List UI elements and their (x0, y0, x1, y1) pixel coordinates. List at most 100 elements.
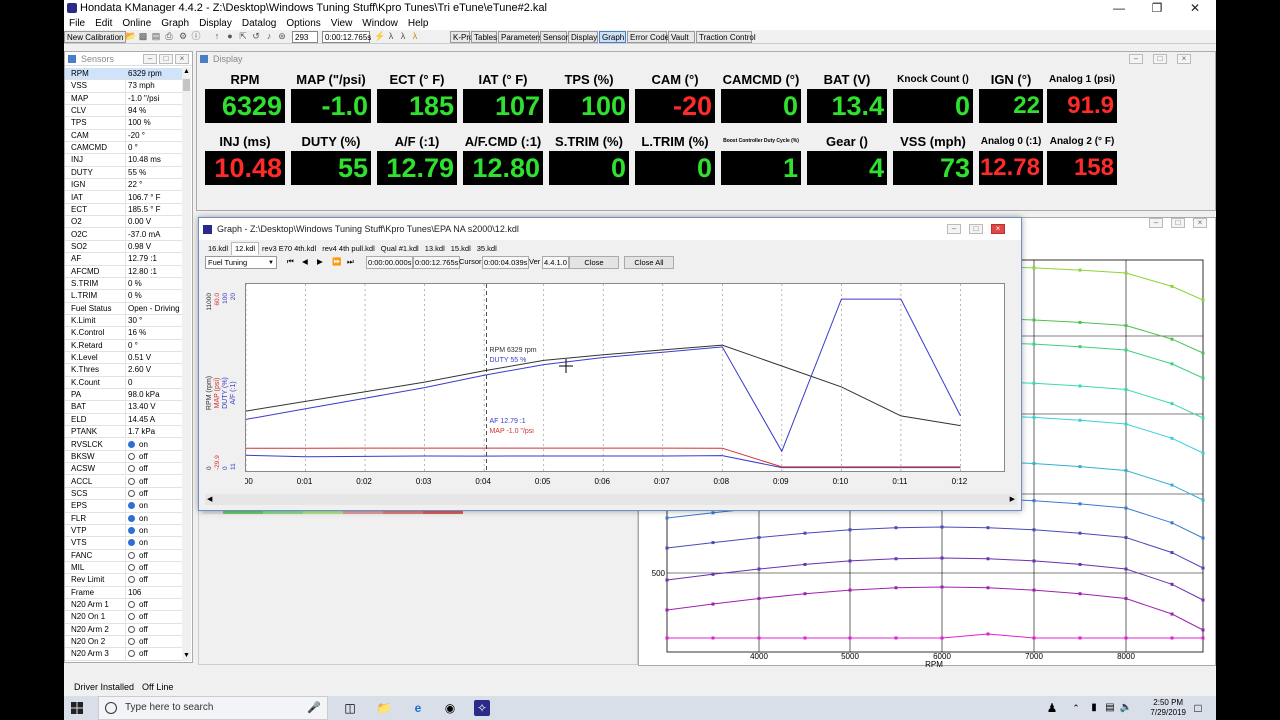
minimize-icon[interactable]: — (1100, 0, 1138, 17)
info-icon[interactable]: ⓘ (191, 31, 201, 42)
lightning-icon[interactable]: ⚡ (374, 31, 385, 42)
cursor-time-field[interactable]: 0:00:04.039s (482, 256, 530, 269)
gauge-a-f-cmd-1: A/F.CMD (:1) 12.80 (463, 134, 543, 185)
sensors-restore-icon[interactable]: □ (159, 54, 173, 64)
tray-chevron-icon[interactable]: ⌃ (1068, 700, 1084, 716)
close-button[interactable]: Close (569, 256, 619, 269)
time-field[interactable]: 0:00:12.765s (322, 31, 371, 43)
menu-graph[interactable]: Graph (156, 17, 194, 30)
edge-icon[interactable]: e (410, 700, 426, 716)
open-icon[interactable]: 📂 (125, 31, 136, 42)
next-frame-icon[interactable]: ⏩ (332, 256, 341, 269)
fuel-point (1170, 337, 1174, 341)
sensor-value: off (125, 599, 183, 612)
scroll-thumb[interactable] (183, 79, 190, 91)
graph-tab-7[interactable]: 35.kdl (474, 243, 500, 255)
media-player-icon[interactable]: ◉ (442, 700, 458, 716)
menu-help[interactable]: Help (403, 17, 434, 30)
download-icon[interactable]: ● (225, 31, 235, 42)
lambda-bold-icon[interactable]: λ (398, 31, 408, 42)
prev-frame-icon[interactable]: ◀ (302, 256, 308, 269)
last-frame-icon[interactable]: ⏭ (347, 256, 354, 269)
scroll-right-icon[interactable]: ▶ (1010, 494, 1015, 505)
sensor-value: 0 (125, 376, 183, 389)
datalog-line-chart[interactable]: RPM 6329 rpm DUTY 55 % AF 12.79 :1 MAP -1.0… (246, 284, 1006, 473)
kmanager-taskbar-icon[interactable]: ✧ (474, 700, 490, 716)
upload-icon[interactable]: ↑ (212, 31, 222, 42)
system-clock[interactable]: 2:50 PM 7/29/2019 (1150, 698, 1186, 718)
menu-edit[interactable]: Edit (90, 17, 117, 30)
task-view-icon[interactable]: ◫ (342, 700, 358, 716)
people-icon[interactable]: ♟ (1044, 700, 1060, 716)
sensors-scrollbar[interactable]: ▲ ▼ (182, 67, 191, 661)
network-icon[interactable]: ▤ (1102, 700, 1118, 716)
record-icon[interactable]: ♪ (264, 31, 274, 42)
graph-tab-3[interactable]: rev4 4th pull.kdl (319, 243, 378, 255)
toolbar-error-codes-button[interactable]: Error Codes (627, 31, 673, 43)
close-all-button[interactable]: Close All (624, 256, 674, 269)
lambda-icon[interactable]: λ (386, 31, 396, 42)
sync-icon[interactable]: ↺ (251, 31, 261, 42)
volume-icon[interactable]: 🔈 (1118, 700, 1134, 716)
compare-icon[interactable]: ⚙ (178, 31, 188, 42)
menu-view[interactable]: View (326, 17, 358, 30)
graph-minimize-icon[interactable]: – (947, 224, 961, 234)
notifications-icon[interactable]: □ (1190, 700, 1206, 716)
close-icon[interactable]: ✕ (1176, 0, 1214, 17)
save-icon[interactable]: ▩ (138, 31, 148, 42)
sensor-value: 73 mph (125, 80, 183, 93)
gauge-value: 6329 (205, 89, 285, 123)
scroll-left-icon[interactable]: ◀ (207, 494, 212, 505)
connect-icon[interactable]: ⇱ (238, 31, 248, 42)
sensors-close-icon[interactable]: × (175, 54, 189, 64)
toolbar-k-pro-button[interactable]: K-Pro (450, 31, 473, 43)
play-icon[interactable]: ▶ (317, 256, 323, 269)
display-restore-icon[interactable]: □ (1153, 54, 1167, 64)
toolbar-parameters-button[interactable]: Parameters (498, 31, 542, 43)
scroll-up-icon[interactable]: ▲ (182, 67, 191, 77)
toolbar-sensors-button[interactable]: Sensors (540, 31, 572, 43)
display-close-icon[interactable]: × (1177, 54, 1191, 64)
graph-tab-0[interactable]: 16.kdl (205, 243, 231, 255)
scroll-down-icon[interactable]: ▼ (182, 651, 191, 661)
menu-window[interactable]: Window (357, 17, 403, 30)
graph-tab-6[interactable]: 15.kdl (448, 243, 474, 255)
toolbar-vault-button[interactable]: Vault (668, 31, 695, 43)
toolbar-traction-control-button[interactable]: Traction Control (696, 31, 756, 43)
lambda-gold-icon[interactable]: λ (410, 31, 420, 42)
file-explorer-icon[interactable]: 📁 (376, 700, 392, 716)
graph-tab-4[interactable]: Qual #1.kdl (378, 243, 422, 255)
graph-mode-select[interactable]: Fuel Tuning ▼ (205, 256, 277, 269)
first-frame-icon[interactable]: ⏮ (287, 256, 294, 269)
restore-icon[interactable]: ❐ (1138, 0, 1176, 17)
microphone-icon[interactable]: 🎤 (307, 697, 321, 719)
sensors-minimize-icon[interactable]: – (143, 54, 157, 64)
menu-file[interactable]: File (64, 17, 90, 30)
graph-tab-5[interactable]: 13.kdl (422, 243, 448, 255)
graph-tab-2[interactable]: rev3 E70 4th.kdl (259, 243, 319, 255)
fuel-point (940, 636, 944, 640)
new-calibration-button[interactable]: New Calibration (64, 31, 127, 43)
graph-tab-1[interactable]: 12.kdl (231, 242, 260, 255)
display-minimize-icon[interactable]: – (1129, 54, 1143, 64)
windows-start-icon[interactable] (71, 702, 83, 714)
save-as-icon[interactable]: ▤ (151, 31, 161, 42)
toolbar-tables-button[interactable]: Tables (471, 31, 497, 43)
taskbar-search-box[interactable]: Type here to search 🎤 (98, 696, 328, 720)
graph-hscrollbar[interactable]: ◀ ▶ (205, 494, 1017, 505)
frame-field[interactable]: 293 (292, 31, 318, 43)
battery-icon[interactable]: ▮ (1086, 700, 1102, 716)
menu-options[interactable]: Options (281, 17, 325, 30)
time-start-field[interactable]: 0:00:00.000s (366, 256, 414, 269)
print-icon[interactable]: ⎙ (164, 31, 174, 42)
graph-plot-area[interactable]: RPM 6329 rpm DUTY 55 % AF 12.79 :1 MAP -1.0… (245, 283, 1006, 473)
menu-display[interactable]: Display (194, 17, 237, 30)
time-end-field[interactable]: 0:00:12.765s (413, 256, 461, 269)
menu-datalog[interactable]: Datalog (237, 17, 281, 30)
menu-online[interactable]: Online (117, 17, 156, 30)
toolbar-display-button[interactable]: Display (568, 31, 598, 43)
toolbar-graph-button[interactable]: Graph (599, 31, 626, 43)
bluetooth-icon[interactable]: ⊛ (277, 31, 287, 42)
graph-close-icon[interactable]: × (991, 224, 1005, 234)
graph-restore-icon[interactable]: □ (969, 224, 983, 234)
